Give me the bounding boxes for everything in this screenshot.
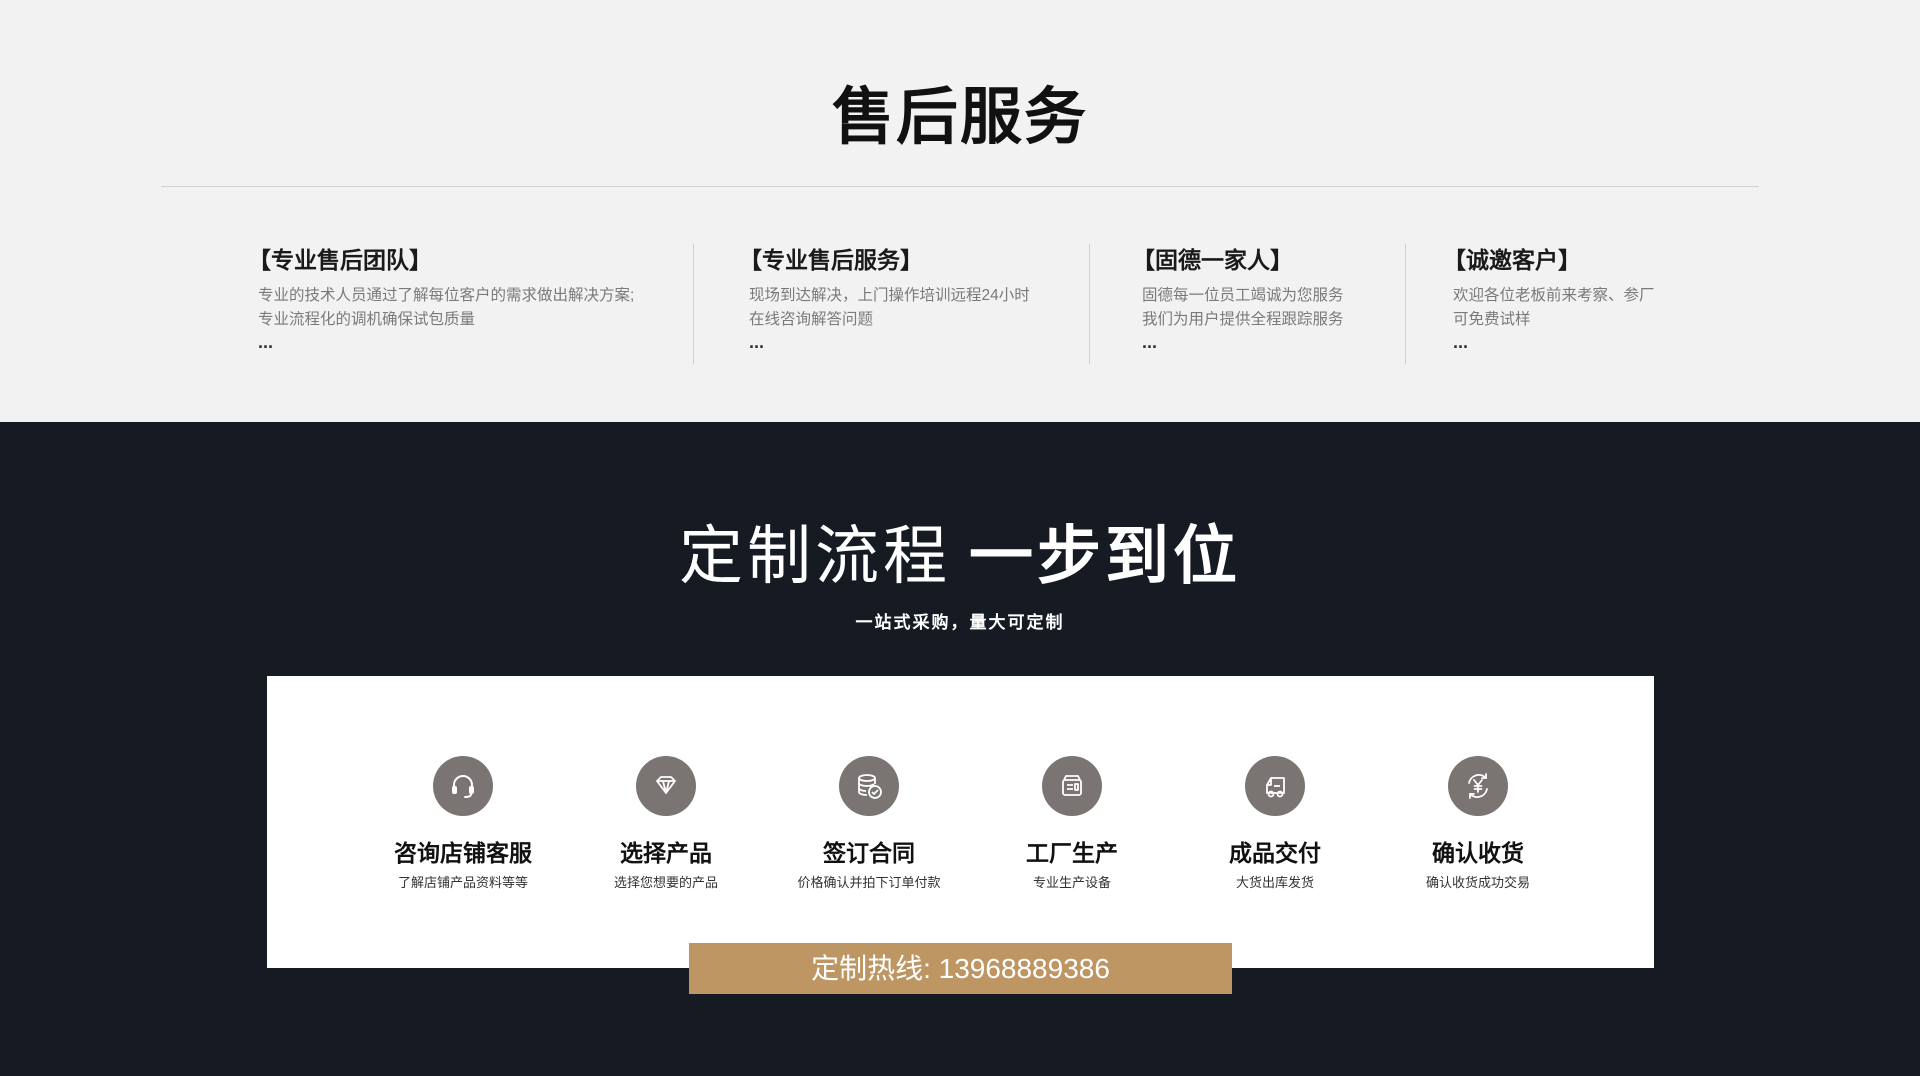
divider bbox=[161, 186, 1759, 187]
machine-icon bbox=[1042, 756, 1102, 816]
truck-icon bbox=[1245, 756, 1305, 816]
process-steps-panel: 咨询店铺客服 了解店铺产品资料等等 选择产品 选择您想要的产品 签订合同 价格确… bbox=[267, 676, 1654, 968]
aftersales-title: 售后服务 bbox=[831, 83, 1088, 152]
aftersales-column-family: 【固德一家人】 固德每一位员工竭诚为您服务 我们为用户提供全程跟踪服务 ... bbox=[1132, 245, 1344, 352]
step-title: 工厂生产 bbox=[1026, 840, 1118, 866]
step-description: 价格确认并拍下订单付款 bbox=[797, 875, 941, 890]
aftersales-column-team: 【专业售后团队】 专业的技术人员通过了解每位客户的需求做出解决方案; 专业流程化… bbox=[248, 245, 634, 352]
hotline-banner[interactable]: 定制热线: 13968889386 bbox=[689, 943, 1232, 994]
diamond-icon bbox=[636, 756, 696, 816]
process-title-thin: 定制流程 bbox=[679, 520, 951, 594]
step-title: 成品交付 bbox=[1229, 840, 1321, 866]
process-title: 定制流程 一步到位 bbox=[0, 514, 1920, 613]
step-title: 咨询店铺客服 bbox=[394, 840, 532, 866]
process-title-bold: 一步到位 bbox=[969, 520, 1241, 592]
step-title: 确认收货 bbox=[1432, 840, 1524, 866]
column-separator bbox=[693, 244, 694, 364]
column-title: 【诚邀客户】 bbox=[1443, 247, 1581, 273]
column-line: 专业的技术人员通过了解每位客户的需求做出解决方案; bbox=[258, 287, 635, 304]
aftersales-column-invite: 【诚邀客户】 欢迎各位老板前来考察、参厂 可免费试样 ... bbox=[1443, 245, 1655, 352]
column-title: 【专业售后服务】 bbox=[739, 247, 923, 273]
column-title: 【固德一家人】 bbox=[1132, 247, 1293, 273]
step-description: 确认收货成功交易 bbox=[1425, 875, 1530, 890]
step-select-product[interactable]: 选择产品 选择您想要的产品 bbox=[566, 756, 766, 892]
column-line: 在线咨询解答问题 bbox=[749, 311, 874, 328]
aftersales-column-service: 【专业售后服务】 现场到达解决，上门操作培训远程24小时 在线咨询解答问题 ..… bbox=[739, 245, 1030, 352]
process-subtitle: 一站式采购，量大可定制 bbox=[855, 613, 1065, 632]
step-factory-production[interactable]: 工厂生产 专业生产设备 bbox=[972, 756, 1172, 892]
step-description: 了解店铺产品资料等等 bbox=[397, 875, 528, 890]
step-consult[interactable]: 咨询店铺客服 了解店铺产品资料等等 bbox=[363, 756, 563, 892]
step-title: 选择产品 bbox=[620, 840, 712, 866]
step-description: 选择您想要的产品 bbox=[613, 875, 718, 890]
more-ellipsis: ... bbox=[258, 332, 274, 352]
step-sign-contract[interactable]: 签订合同 价格确认并拍下订单付款 bbox=[769, 756, 969, 892]
step-confirm-receipt[interactable]: 确认收货 确认收货成功交易 bbox=[1378, 756, 1578, 892]
step-title: 签订合同 bbox=[823, 840, 915, 866]
column-separator bbox=[1405, 244, 1406, 364]
column-title: 【专业售后团队】 bbox=[248, 247, 432, 273]
column-line: 欢迎各位老板前来考察、参厂 bbox=[1453, 287, 1655, 304]
step-delivery[interactable]: 成品交付 大货出库发货 bbox=[1175, 756, 1375, 892]
database-check-icon bbox=[839, 756, 899, 816]
process-section: 定制流程一步到位 一站式采购，量大可定制 咨询店铺客服 了解店铺产品资料等等 bbox=[0, 422, 1920, 1076]
column-line: 我们为用户提供全程跟踪服务 bbox=[1142, 311, 1344, 328]
more-ellipsis: ... bbox=[749, 332, 765, 352]
more-ellipsis: ... bbox=[1142, 332, 1158, 352]
more-ellipsis: ... bbox=[1453, 332, 1469, 352]
column-separator bbox=[1089, 244, 1090, 364]
column-line: 固德每一位员工竭诚为您服务 bbox=[1142, 287, 1344, 304]
step-description: 专业生产设备 bbox=[1032, 875, 1111, 890]
yen-refresh-icon bbox=[1448, 756, 1508, 816]
column-line: 专业流程化的调机确保试包质量 bbox=[258, 311, 476, 328]
step-description: 大货出库发货 bbox=[1235, 875, 1314, 890]
headset-icon bbox=[433, 756, 493, 816]
column-line: 可免费试样 bbox=[1453, 311, 1531, 328]
aftersales-section: 售后服务 【专业售后团队】 专业的技术人员通过了解每位客户的需求做出解决方案; … bbox=[0, 0, 1920, 422]
column-line: 现场到达解决，上门操作培训远程24小时 bbox=[749, 287, 1030, 304]
